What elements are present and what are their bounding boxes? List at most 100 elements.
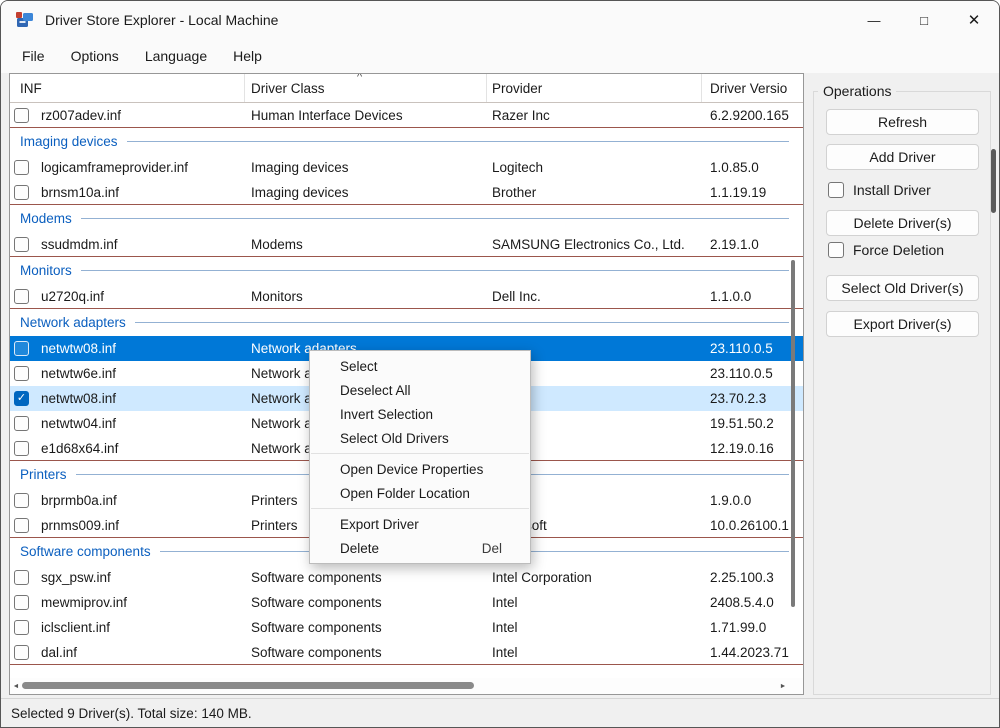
scroll-left-icon[interactable]: ◄ — [10, 683, 22, 690]
row-checkbox[interactable] — [14, 517, 29, 533]
menu-help[interactable]: Help — [222, 43, 273, 69]
inf-name: iclsclient.inf — [41, 620, 111, 635]
menu-item-label: Delete — [340, 540, 380, 556]
row-checkbox[interactable] — [14, 160, 29, 175]
context-menu-item[interactable]: Delete Del — [310, 536, 530, 560]
group-label: Monitors — [20, 263, 72, 278]
version-cell: 2.19.1.0 — [710, 236, 759, 252]
context-menu: Select Deselect All Invert Selection Select… — [309, 350, 531, 564]
row-checkbox[interactable] — [14, 570, 29, 585]
version-cell: 1.44.2023.71 — [710, 644, 789, 660]
row-checkbox[interactable] — [14, 644, 29, 660]
window-title: Driver Store Explorer - Local Machine — [45, 12, 279, 28]
force-deletion-label: Force Deletion — [853, 242, 945, 258]
version-cell: 2408.5.4.0 — [710, 595, 774, 610]
minimize-button[interactable]: — — [849, 1, 899, 39]
table-row[interactable]: mewmiprov.inf Software components Intel 240… — [10, 590, 803, 615]
provider-cell: Razer Inc — [492, 107, 550, 123]
inf-name: brprmb0a.inf — [41, 493, 117, 508]
maximize-button[interactable]: □ — [899, 1, 949, 39]
close-button[interactable]: ✕ — [949, 1, 999, 39]
row-checkbox[interactable] — [14, 416, 29, 431]
row-checkbox[interactable] — [14, 493, 29, 508]
select-old-drivers-button[interactable]: Select Old Driver(s) — [826, 275, 979, 301]
row-checkbox[interactable] — [14, 595, 29, 610]
status-text: Selected 9 Driver(s). Total size: 140 MB… — [11, 705, 252, 721]
column-header-driver-version[interactable]: Driver Versio — [702, 74, 803, 102]
row-checkbox[interactable] — [14, 184, 29, 200]
version-cell: 1.71.99.0 — [710, 620, 767, 635]
row-checkbox[interactable] — [14, 366, 29, 381]
delete-drivers-button[interactable]: Delete Driver(s) — [826, 210, 979, 236]
checkbox-icon — [828, 242, 844, 258]
context-menu-item[interactable]: Select — [310, 354, 530, 378]
context-menu-item[interactable]: Invert Selection — [310, 402, 530, 426]
driver-class-cell: Software components — [251, 595, 382, 610]
refresh-button[interactable]: Refresh — [826, 109, 979, 135]
context-menu-item[interactable]: Export Driver — [310, 512, 530, 536]
table-header: INF ^ Driver Class Provider Driver Versi… — [10, 74, 803, 103]
operations-panel: Operations Refresh Add Driver Install Dr… — [813, 83, 991, 695]
context-menu-item[interactable]: Open Device Properties — [310, 457, 530, 481]
add-driver-button[interactable]: Add Driver — [826, 144, 979, 170]
table-row[interactable]: iclsclient.inf Software components Intel 1.… — [10, 615, 803, 640]
row-checkbox[interactable] — [14, 620, 29, 635]
row-checkbox[interactable] — [14, 236, 29, 252]
driver-class-cell: Human Interface Devices — [251, 107, 403, 123]
group-label: Modems — [20, 211, 72, 226]
menu-options[interactable]: Options — [60, 43, 130, 69]
version-cell: 12.19.0.16 — [710, 440, 774, 456]
version-cell: 19.51.50.2 — [710, 416, 774, 431]
menu-language[interactable]: Language — [134, 43, 218, 69]
force-deletion-checkbox[interactable]: Force Deletion — [828, 242, 944, 258]
menu-bar: File Options Language Help — [1, 39, 999, 73]
table-row[interactable]: dal.inf Software components Intel 1.44.2023… — [10, 640, 803, 665]
table-row[interactable]: brnsm10a.inf Imaging devices Brother 1.1.19… — [10, 180, 803, 205]
version-cell: 23.70.2.3 — [710, 391, 767, 406]
context-menu-item[interactable]: Open Folder Location — [310, 481, 530, 505]
column-header-driver-class[interactable]: ^ Driver Class — [245, 74, 487, 102]
group-header[interactable]: Modems — [10, 205, 803, 232]
group-header[interactable]: Network adapters — [10, 309, 803, 336]
group-header[interactable]: Monitors — [10, 257, 803, 284]
inf-name: netwtw6e.inf — [41, 366, 117, 381]
provider-cell: SAMSUNG Electronics Co., Ltd. — [492, 236, 685, 252]
inf-name: mewmiprov.inf — [41, 595, 128, 610]
export-drivers-button[interactable]: Export Driver(s) — [826, 311, 979, 337]
group-header[interactable]: Imaging devices — [10, 128, 803, 155]
scroll-right-icon[interactable]: ► — [777, 683, 789, 690]
table-row[interactable]: u2720q.inf Monitors Dell Inc. 1.1.0.0 — [10, 284, 803, 309]
row-checkbox[interactable] — [14, 440, 29, 456]
column-header-provider[interactable]: Provider — [487, 74, 702, 102]
version-cell: 1.1.0.0 — [710, 288, 752, 304]
inf-name: netwtw08.inf — [41, 341, 117, 356]
context-menu-item[interactable]: Select Old Drivers — [310, 426, 530, 450]
install-driver-checkbox[interactable]: Install Driver — [828, 182, 931, 198]
maximize-icon: □ — [920, 12, 928, 28]
inf-name: ssudmdm.inf — [41, 236, 118, 252]
inf-cell: rz007adev.inf — [10, 107, 245, 123]
table-row[interactable]: ssudmdm.inf Modems SAMSUNG Electronics Co.… — [10, 232, 803, 257]
inf-cell: dal.inf — [10, 644, 245, 660]
row-checkbox[interactable] — [14, 341, 29, 356]
menu-item-label: Invert Selection — [340, 406, 434, 422]
vertical-scrollbar-thumb[interactable] — [791, 260, 795, 607]
inf-cell: netwtw6e.inf — [10, 366, 245, 381]
table-row[interactable]: rz007adev.inf Human Interface Devices Raze… — [10, 103, 803, 128]
table-row[interactable]: sgx_psw.inf Software components Intel Corp… — [10, 565, 803, 590]
table-row[interactable]: logicamframeprovider.inf Imaging devices L… — [10, 155, 803, 180]
install-driver-label: Install Driver — [853, 182, 931, 198]
row-checkbox[interactable]: ✓ — [14, 391, 29, 406]
window-scrollbar-thumb[interactable] — [991, 149, 996, 213]
inf-cell: brprmb0a.inf — [10, 493, 245, 508]
row-checkbox[interactable] — [14, 107, 29, 123]
row-checkbox[interactable] — [14, 288, 29, 304]
inf-name: netwtw08.inf — [41, 391, 117, 406]
horizontal-scrollbar[interactable]: ◄ ► — [10, 678, 803, 694]
menu-item-label: Select Old Drivers — [340, 430, 449, 446]
inf-cell: brnsm10a.inf — [10, 184, 245, 200]
column-header-inf[interactable]: INF — [10, 74, 245, 102]
menu-file[interactable]: File — [11, 43, 56, 69]
horizontal-scrollbar-thumb[interactable] — [22, 682, 474, 689]
context-menu-item[interactable]: Deselect All — [310, 378, 530, 402]
